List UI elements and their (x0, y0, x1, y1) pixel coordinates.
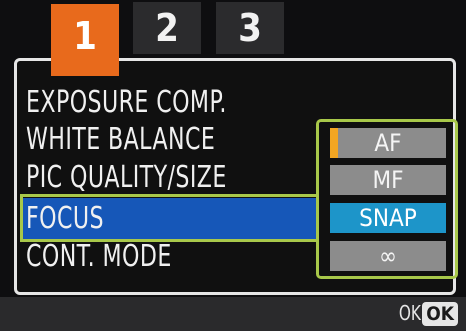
focus-option-mf[interactable]: MF (330, 165, 446, 195)
bottom-bar: OK OK (0, 297, 466, 331)
tab-3[interactable]: 3 (216, 2, 284, 54)
tab-1[interactable]: 1 (51, 4, 119, 76)
menu-item-cont-mode[interactable]: CONT. MODE (26, 238, 172, 276)
menu-item-pic-quality-size[interactable]: PIC QUALITY/SIZE (26, 159, 227, 197)
camera-menu-screen: 2 3 1 EXPOSURE COMP. WHITE BALANCE PIC Q… (0, 0, 466, 331)
menu-item-white-balance[interactable]: WHITE BALANCE (26, 121, 215, 159)
ok-button[interactable]: OK (422, 302, 458, 326)
tab-2[interactable]: 2 (133, 2, 201, 54)
focus-option-infinity[interactable]: ∞ (330, 241, 446, 271)
focus-row-outline (20, 194, 318, 242)
current-setting-marker (330, 128, 338, 158)
focus-option-af[interactable]: AF (330, 128, 446, 158)
ok-hint-label: OK (398, 301, 421, 325)
menu-item-exposure-comp[interactable]: EXPOSURE COMP. (26, 84, 227, 122)
focus-option-snap[interactable]: SNAP (330, 203, 446, 233)
